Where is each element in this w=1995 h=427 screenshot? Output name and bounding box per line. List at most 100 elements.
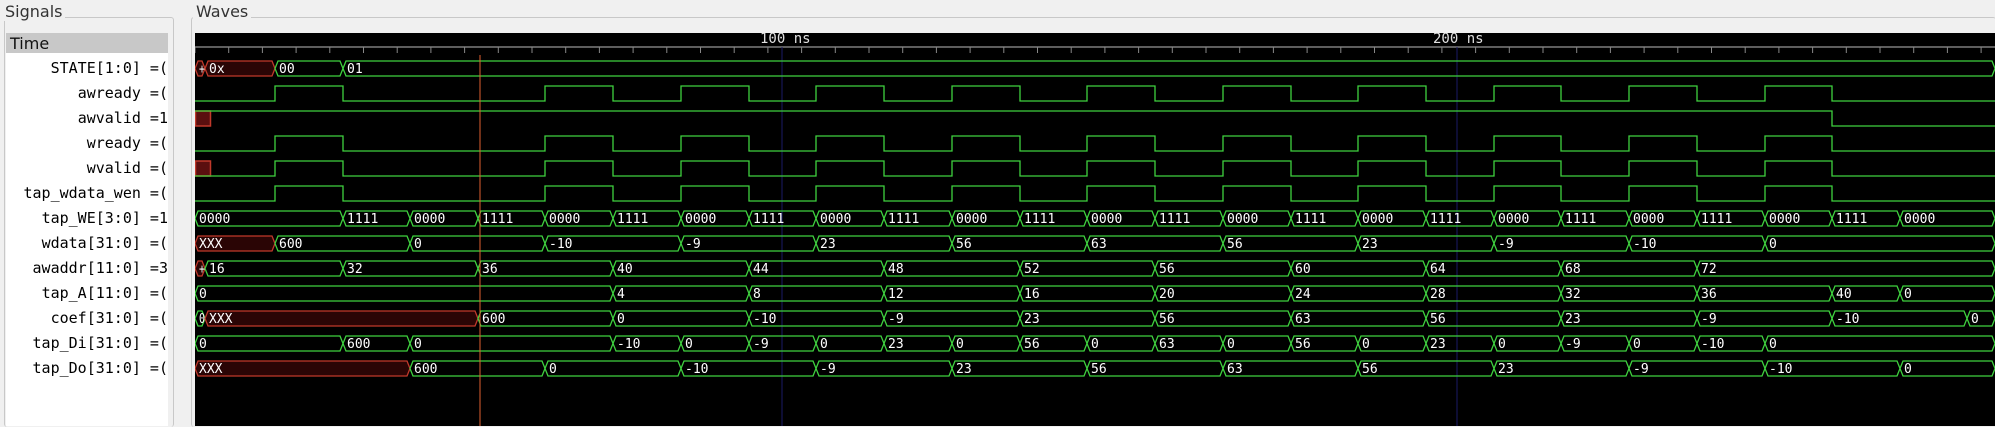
bus-value-label: 0000 [1227, 212, 1258, 227]
wave-row[interactable] [195, 160, 1995, 177]
bus-value-label: -10 [753, 312, 776, 327]
bus-value-label: 24 [1295, 287, 1311, 302]
bus-value-label: 0 [199, 287, 207, 302]
bus-value-label: 0 [1091, 337, 1099, 352]
bus-value-label: 23 [1362, 237, 1378, 252]
bus-segment [1357, 360, 1495, 377]
wave-canvas[interactable]: 100 ns 200 ns +0x 00 01 0000 1111 0000 1111 000… [195, 33, 1995, 426]
bus-value-label: 600 [347, 337, 370, 352]
bus-value-label: 1111 [753, 212, 784, 227]
bus-value-label: 0 [1769, 237, 1777, 252]
bus-segment [1290, 260, 1427, 277]
bus-segment [1764, 235, 1995, 252]
bus-segment [883, 260, 1021, 277]
bus-segment [1154, 285, 1292, 302]
bus-segment [1086, 235, 1224, 252]
bus-value-label: 23 [1565, 312, 1581, 327]
signal-list[interactable]: Time STATE[1:0] =( awready =( awvalid =1… [6, 33, 168, 426]
bus-value-label: -10 [617, 337, 640, 352]
undefined-region [195, 110, 212, 127]
bus-value-label: 56 [1362, 362, 1378, 377]
bus-value-label: 1111 [1024, 212, 1055, 227]
bus-value-label: XXX [199, 362, 223, 377]
bus-value-label: 0000 [1498, 212, 1529, 227]
bus-segment [1425, 310, 1562, 327]
signal-row-wready[interactable]: wready =( [87, 133, 168, 153]
bus-segment [1560, 285, 1698, 302]
signal-row-wvalid[interactable]: wvalid =( [87, 158, 168, 178]
bus-value-label: 0 [1362, 337, 1370, 352]
bus-value-label: -10 [1633, 237, 1656, 252]
wave-row[interactable] [195, 85, 1995, 102]
bus-value-label: 0 [549, 362, 557, 377]
time-ruler[interactable]: 100 ns 200 ns [760, 33, 1484, 47]
bus-value-label: -9 [1565, 337, 1581, 352]
bus-value-label: 28 [1430, 287, 1446, 302]
bus-segment [1019, 285, 1156, 302]
bus-segment [815, 360, 953, 377]
time-label: Time [10, 34, 50, 53]
bus-segment [544, 360, 682, 377]
ruler-marker-200ns: 200 ns [1433, 33, 1484, 47]
wave-row[interactable]: XXX 600 0 -10 -9 23 56 63 56 23 -9 -10 0 [195, 235, 1995, 252]
bus-value-label: + [199, 262, 205, 277]
bus-value-label: 63 [1159, 337, 1175, 352]
bus-value-label: 600 [279, 237, 302, 252]
bus-value-label: 0 [956, 337, 964, 352]
wave-row[interactable] [195, 185, 1995, 202]
bus-value-label: 60 [1295, 262, 1311, 277]
wave-display[interactable]: 100 ns 200 ns +0x 00 010000 1111 0000 1111 000… [195, 33, 1995, 426]
bus-segment [342, 260, 479, 277]
bus-value-label: 00 [279, 62, 295, 77]
signal-row-awready[interactable]: awready =( [78, 83, 168, 103]
wave-row[interactable] [195, 135, 1995, 152]
waves-panel-title: Waves [193, 2, 252, 21]
signal-row-awaddr[interactable]: awaddr[11:0] =3 [33, 258, 168, 278]
bus-segment [409, 335, 614, 352]
bus-value-label: 0 [685, 337, 693, 352]
bus-value-label: -10 [549, 237, 572, 252]
bus-value-label: 56 [956, 237, 972, 252]
bus-segment [1222, 235, 1359, 252]
signal-row-awvalid[interactable]: awvalid =1 [78, 108, 168, 128]
bus-value-label: 52 [1024, 262, 1040, 277]
bus-value-label: 0 [1769, 337, 1777, 352]
bus-value-label: XXX [199, 237, 223, 252]
signal-row-tap-do[interactable]: tap_Do[31:0] =( [33, 358, 168, 378]
time-header[interactable]: Time [6, 33, 168, 53]
signal-row-wdata[interactable]: wdata[31:0] =( [42, 233, 168, 253]
bus-segment [1425, 285, 1562, 302]
bus-segment [1696, 310, 1833, 327]
signal-row-state[interactable]: STATE[1:0] =( [51, 58, 168, 78]
bus-segment [883, 285, 1021, 302]
bus-segment [680, 235, 817, 252]
signal-row-tap-we[interactable]: tap_WE[3:0] =1 [42, 208, 168, 228]
bus-value-label: 56 [1024, 337, 1040, 352]
bus-segment [1493, 360, 1630, 377]
bus-value-label: 0000 [820, 212, 851, 227]
signal-row-tap-di[interactable]: tap_Di[31:0] =( [33, 333, 168, 353]
bus-value-label: 0 [414, 337, 422, 352]
wave-row[interactable]: 0000 1111 0000 1111 0000 1111 0000 1111 0000 1111… [195, 210, 1995, 227]
wave-row[interactable]: 0 600 0 -10 0 -9 0 23 0 56 0 63 0 56 0 23 0 -9 0 -10 0 [195, 335, 1995, 352]
bus-segment [1019, 260, 1156, 277]
wave-row[interactable]: +0x 00 01 [195, 60, 1995, 77]
wave-row[interactable]: +16 32 36 40 44 48 52 56 60 64 68 72 [195, 260, 1995, 277]
bus-value-label: 1111 [617, 212, 648, 227]
bus-segment [1290, 310, 1427, 327]
bus-segment [195, 285, 614, 302]
signal-row-tap-wdata-wen[interactable]: tap_wdata_wen =( [24, 183, 169, 203]
bus-segment [204, 310, 479, 327]
bus-value-label: -9 [685, 237, 701, 252]
wave-row[interactable]: 0 XXX 600 0 -10 -9 23 56 63 56 23 -9 -10 0 [195, 310, 1995, 327]
bus-value-label: 0 [1498, 337, 1506, 352]
bus-value-label: 63 [1295, 312, 1311, 327]
bus-value-label: 23 [956, 362, 972, 377]
wave-row[interactable]: 0 4 8 12 16 20 24 28 32 36 40 0 [195, 285, 1995, 302]
signal-row-tap-a[interactable]: tap_A[11:0] =( [42, 283, 168, 303]
wave-row[interactable]: XXX 600 0 -10 -9 23 56 63 56 23 -9 -10 0 [195, 360, 1995, 377]
bus-value-label: 56 [1159, 312, 1175, 327]
signal-row-coef[interactable]: coef[31:0] =( [51, 308, 168, 328]
wave-row[interactable] [195, 110, 1995, 127]
bus-value-label: -10 [1769, 362, 1792, 377]
